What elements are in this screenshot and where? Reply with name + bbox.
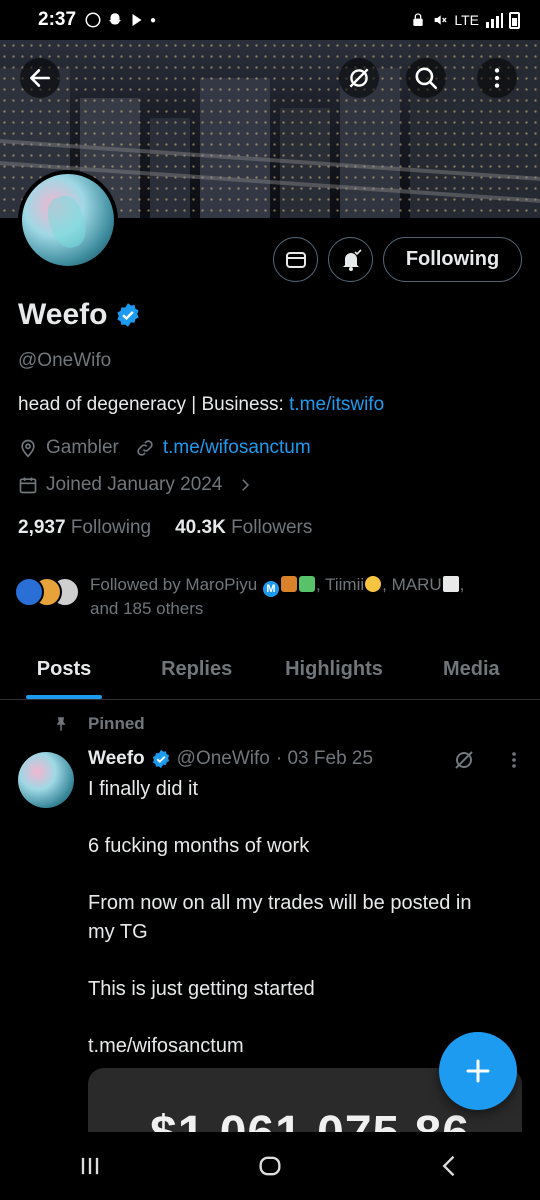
profile-meta-row: Gambler t.me/wifosanctum (18, 437, 311, 459)
profile-handle: @OneWifo (18, 350, 112, 371)
tab-replies[interactable]: Replies (128, 640, 265, 699)
face-emoji (365, 576, 382, 592)
pinned-indicator: Pinned (52, 714, 145, 734)
whatsapp-icon (85, 12, 101, 28)
tweet-text-line: 6 fucking months of work (88, 835, 310, 857)
followed-by-mid: , Tiimii (315, 575, 365, 594)
network-label: LTE (454, 12, 479, 28)
grok-icon (349, 68, 369, 88)
back-button[interactable] (20, 58, 60, 98)
profile-name: Weefo (18, 298, 108, 331)
followed-by-prefix: Followed by MaroPiyu (90, 575, 258, 594)
profile-joined: Joined January 2024 (46, 474, 223, 495)
tweet-actions (452, 748, 524, 772)
more-vertical-icon[interactable] (504, 748, 524, 772)
followed-by-mid2: , MARU (382, 575, 442, 594)
following-count-link[interactable]: 2,937 Following (18, 517, 151, 539)
grok-icon[interactable] (452, 748, 476, 772)
pinned-label: Pinned (88, 714, 145, 733)
tweet-author-handle[interactable]: @OneWifo (177, 748, 270, 770)
following-button[interactable]: Following (383, 237, 522, 282)
system-status: LTE (410, 11, 520, 29)
calendar-icon (19, 477, 37, 494)
followers-count: 40.3K (175, 517, 226, 538)
search-button[interactable] (406, 58, 446, 98)
snapchat-icon (109, 13, 122, 25)
followed-by-suffix: , (459, 575, 465, 594)
back-nav-icon[interactable] (436, 1152, 464, 1180)
battery-icon (509, 11, 520, 29)
m-badge: M (262, 581, 279, 597)
tab-posts[interactable]: Posts (0, 640, 128, 699)
grok-button[interactable] (339, 58, 379, 98)
followed-by-row[interactable]: Followed by MaroPiyu M , Tiimii , MARU, an… (14, 573, 524, 621)
back-arrow-icon (30, 69, 50, 87)
profile-avatar[interactable] (18, 170, 118, 270)
link-icon (137, 440, 153, 456)
more-options-button[interactable] (477, 58, 517, 98)
mail-icon (285, 251, 306, 268)
bio-text: head of degeneracy | Business: (18, 394, 290, 415)
followed-by-text: Followed by MaroPiyu M , Tiimii , MARU, an… (90, 573, 464, 621)
tweet-link[interactable]: t.me/wifosanctum (88, 1035, 244, 1058)
system-navigation-bar (0, 1132, 540, 1200)
profile-tabs: Posts Replies Highlights Media (0, 640, 540, 700)
tweet-date: · 03 Feb 25 (275, 748, 374, 769)
bell-check-icon (342, 248, 362, 271)
following-count: 2,937 (18, 517, 66, 538)
verified-badge-icon (117, 303, 140, 327)
play-icon (132, 14, 142, 26)
tweet-text-line: my TG (88, 921, 148, 943)
following-label: Following (70, 517, 152, 538)
status-bar: 2:37 ● LTE (0, 0, 540, 40)
message-button[interactable] (273, 237, 318, 282)
profile-website[interactable]: t.me/wifosanctum (163, 437, 311, 459)
follow-counts: 2,937 Following 40.3K Followers (18, 517, 312, 539)
home-icon[interactable] (256, 1152, 284, 1180)
mute-icon (435, 15, 447, 25)
rocket-emoji (280, 576, 297, 592)
followed-by-others: and 185 others (90, 599, 204, 618)
profile-name-row: Weefo (18, 298, 141, 332)
search-icon (415, 67, 438, 90)
pin-icon (56, 717, 66, 731)
notification-icons: ● (84, 11, 156, 29)
tweet-text-line: From now on all my trades will be posted… (88, 892, 472, 914)
profile-location: Gambler (46, 437, 119, 458)
plus-icon (466, 1059, 490, 1083)
tweet-author-name[interactable]: Weefo (88, 748, 145, 770)
test-tube-emoji (298, 576, 315, 592)
location-pin-icon (21, 439, 35, 458)
follower-avatars (14, 573, 80, 609)
status-time: 2:37 (38, 9, 77, 30)
card-emoji (442, 576, 459, 592)
lock-icon (413, 13, 424, 26)
recent-apps-icon[interactable] (76, 1152, 104, 1180)
tab-highlights[interactable]: Highlights (265, 640, 402, 699)
tab-media[interactable]: Media (403, 640, 540, 699)
follower-avatar (14, 577, 44, 607)
signal-icon (486, 13, 503, 28)
tweet-avatar[interactable] (18, 752, 74, 808)
verified-badge-icon (152, 749, 169, 769)
profile-bio: head of degeneracy | Business: t.me/itsw… (18, 394, 384, 416)
tweet-header: Weefo @OneWifo · 03 Feb 25 (88, 748, 373, 770)
chevron-right-icon (242, 479, 250, 491)
followers-count-link[interactable]: 40.3K Followers (175, 517, 312, 539)
more-vertical-icon (494, 68, 500, 88)
profile-joined-row[interactable]: Joined January 2024 (18, 474, 254, 496)
followers-label: Followers (231, 517, 313, 538)
tweet-text-line: I finally did it (88, 778, 199, 800)
bio-link[interactable]: t.me/itswifo (289, 394, 384, 415)
compose-button[interactable] (439, 1032, 517, 1110)
notifications-button[interactable] (328, 237, 373, 282)
tweet-text-line: This is just getting started (88, 978, 315, 1000)
